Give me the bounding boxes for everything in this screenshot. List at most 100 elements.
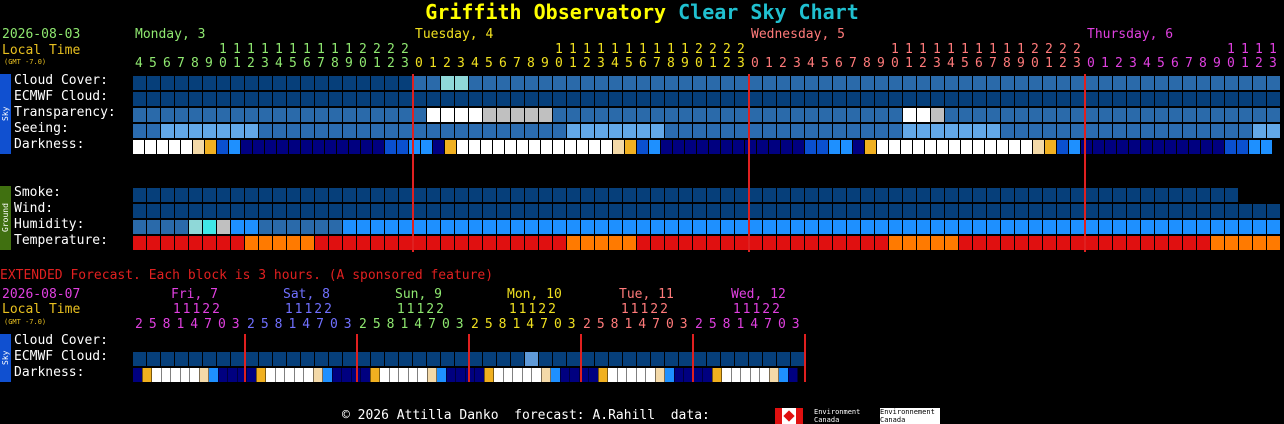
block-humidity[interactable] <box>455 220 468 234</box>
block-seeing[interactable] <box>567 124 580 138</box>
ext-block-darkness[interactable] <box>703 368 712 382</box>
block-darkness[interactable] <box>817 140 828 154</box>
block-seeing[interactable] <box>1057 124 1070 138</box>
block-cloud-cover[interactable] <box>581 76 594 90</box>
block-cloud-cover[interactable] <box>427 76 440 90</box>
block-darkness[interactable] <box>661 140 672 154</box>
block-seeing[interactable] <box>1141 124 1154 138</box>
ext-block-darkness[interactable] <box>133 368 142 382</box>
block-wind[interactable] <box>1267 204 1280 218</box>
block-seeing[interactable] <box>903 124 916 138</box>
block-transparency[interactable] <box>1239 108 1252 122</box>
block-cloud-cover[interactable] <box>315 76 328 90</box>
block-temperature[interactable] <box>1085 236 1098 250</box>
block-ecmwf-cloud[interactable] <box>343 92 356 106</box>
block-wind[interactable] <box>637 204 650 218</box>
block-ecmwf-cloud[interactable] <box>987 92 1000 106</box>
block-smoke[interactable] <box>161 188 174 202</box>
block-seeing[interactable] <box>511 124 524 138</box>
block-smoke[interactable] <box>749 188 762 202</box>
block-seeing[interactable] <box>1127 124 1140 138</box>
block-humidity[interactable] <box>525 220 538 234</box>
block-ecmwf-cloud[interactable] <box>1239 92 1252 106</box>
block-humidity[interactable] <box>903 220 916 234</box>
block-seeing[interactable] <box>1239 124 1252 138</box>
block-transparency[interactable] <box>679 108 692 122</box>
block-smoke[interactable] <box>385 188 398 202</box>
block-humidity[interactable] <box>413 220 426 234</box>
block-cloud-cover[interactable] <box>1155 76 1168 90</box>
block-smoke[interactable] <box>329 188 342 202</box>
block-seeing[interactable] <box>1169 124 1182 138</box>
block-temperature[interactable] <box>203 236 216 250</box>
ext-block-darkness[interactable] <box>522 368 532 382</box>
block-transparency[interactable] <box>763 108 776 122</box>
block-cloud-cover[interactable] <box>777 76 790 90</box>
ext-block-darkness[interactable] <box>589 368 598 382</box>
block-cloud-cover[interactable] <box>147 76 160 90</box>
block-cloud-cover[interactable] <box>1267 76 1280 90</box>
block-transparency[interactable] <box>511 108 524 122</box>
block-transparency[interactable] <box>273 108 286 122</box>
block-transparency[interactable] <box>161 108 174 122</box>
block-darkness[interactable] <box>565 140 576 154</box>
block-humidity[interactable] <box>819 220 832 234</box>
ext-block-darkness[interactable] <box>313 368 323 382</box>
ext-block-darkness[interactable] <box>256 368 266 382</box>
block-smoke[interactable] <box>833 188 846 202</box>
ext-block-darkness[interactable] <box>560 368 570 382</box>
block-darkness[interactable] <box>265 140 276 154</box>
block-transparency[interactable] <box>329 108 342 122</box>
block-darkness[interactable] <box>457 140 468 154</box>
block-humidity[interactable] <box>427 220 440 234</box>
block-humidity[interactable] <box>875 220 888 234</box>
block-cloud-cover[interactable] <box>623 76 636 90</box>
block-humidity[interactable] <box>917 220 930 234</box>
block-smoke[interactable] <box>693 188 706 202</box>
block-transparency[interactable] <box>357 108 370 122</box>
block-cloud-cover[interactable] <box>1253 76 1266 90</box>
block-wind[interactable] <box>287 204 300 218</box>
block-ecmwf-cloud[interactable] <box>175 92 188 106</box>
block-seeing[interactable] <box>665 124 678 138</box>
block-wind[interactable] <box>1113 204 1126 218</box>
block-transparency[interactable] <box>1071 108 1084 122</box>
block-darkness[interactable] <box>1165 140 1176 154</box>
block-seeing[interactable] <box>861 124 874 138</box>
block-wind[interactable] <box>343 204 356 218</box>
block-darkness[interactable] <box>253 140 264 154</box>
block-wind[interactable] <box>133 204 146 218</box>
block-ecmwf-cloud[interactable] <box>1071 92 1084 106</box>
ext-block-ecmwf-cloud[interactable] <box>735 352 748 366</box>
block-smoke[interactable] <box>315 188 328 202</box>
block-transparency[interactable] <box>875 108 888 122</box>
block-humidity[interactable] <box>357 220 370 234</box>
ext-block-ecmwf-cloud[interactable] <box>259 352 272 366</box>
block-wind[interactable] <box>777 204 790 218</box>
block-cloud-cover[interactable] <box>763 76 776 90</box>
block-wind[interactable] <box>1239 204 1252 218</box>
block-smoke[interactable] <box>1183 188 1196 202</box>
block-temperature[interactable] <box>721 236 734 250</box>
block-cloud-cover[interactable] <box>203 76 216 90</box>
block-ecmwf-cloud[interactable] <box>259 92 272 106</box>
block-cloud-cover[interactable] <box>301 76 314 90</box>
block-darkness[interactable] <box>601 140 612 154</box>
block-temperature[interactable] <box>679 236 692 250</box>
block-ecmwf-cloud[interactable] <box>959 92 972 106</box>
block-cloud-cover[interactable] <box>1239 76 1252 90</box>
block-cloud-cover[interactable] <box>441 76 454 90</box>
block-transparency[interactable] <box>623 108 636 122</box>
block-darkness[interactable] <box>1237 140 1248 154</box>
block-darkness[interactable] <box>1201 140 1212 154</box>
block-transparency[interactable] <box>1015 108 1028 122</box>
block-wind[interactable] <box>791 204 804 218</box>
block-humidity[interactable] <box>847 220 860 234</box>
ext-block-darkness[interactable] <box>475 368 484 382</box>
block-cloud-cover[interactable] <box>553 76 566 90</box>
block-smoke[interactable] <box>427 188 440 202</box>
block-transparency[interactable] <box>1113 108 1126 122</box>
block-wind[interactable] <box>329 204 342 218</box>
block-seeing[interactable] <box>245 124 258 138</box>
block-seeing[interactable] <box>721 124 734 138</box>
